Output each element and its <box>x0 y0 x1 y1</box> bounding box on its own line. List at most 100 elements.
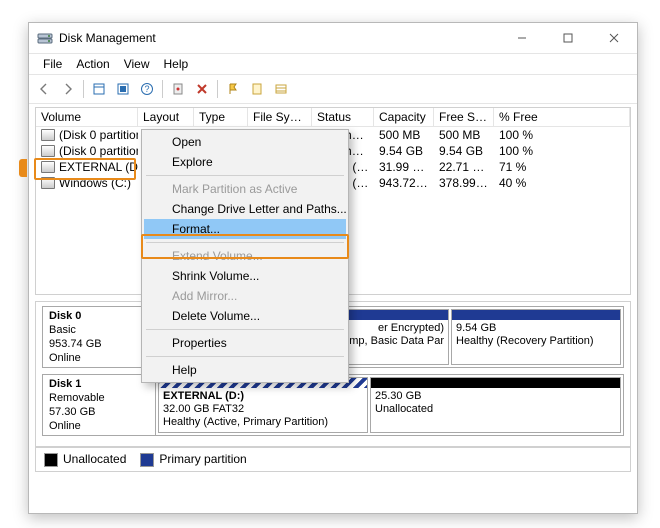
cell-capacity: 31.99 GB <box>374 159 434 175</box>
menu-action[interactable]: Action <box>70 55 115 73</box>
toolbar-back[interactable] <box>33 78 55 100</box>
note-icon <box>250 82 264 96</box>
cell-pct: 100 % <box>494 143 630 159</box>
properties-icon <box>116 82 130 96</box>
legend-unallocated: Unallocated <box>44 452 126 467</box>
delete-icon <box>195 82 209 96</box>
app-icon <box>37 30 53 46</box>
toolbar-refresh[interactable] <box>88 78 110 100</box>
ctx-mark-active: Mark Partition as Active <box>144 179 346 199</box>
cell-free: 378.99 GB <box>434 175 494 191</box>
disk0-info[interactable]: Disk 0 Basic 953.74 GB Online <box>42 306 156 368</box>
ctx-format[interactable]: Format... <box>144 219 346 239</box>
volume-list-header: Volume Layout Type File System Status Ca… <box>36 108 630 127</box>
legend-swatch-blue <box>140 453 154 467</box>
maximize-button[interactable] <box>545 23 591 53</box>
col-pctfree[interactable]: % Free <box>494 108 630 126</box>
ctx-open[interactable]: Open <box>144 132 346 152</box>
titlebar: Disk Management <box>29 23 637 54</box>
toolbar-action3[interactable] <box>270 78 292 100</box>
ctx-explore[interactable]: Explore <box>144 152 346 172</box>
cell-pct: 40 % <box>494 175 630 191</box>
disk1-title: Disk 1 <box>49 377 149 391</box>
disk1-info[interactable]: Disk 1 Removable 57.30 GB Online <box>42 374 156 436</box>
legend-primary: Primary partition <box>140 452 246 467</box>
maximize-icon <box>563 33 573 43</box>
disk1-type: Removable <box>49 391 149 405</box>
context-menu: Open Explore Mark Partition as Active Ch… <box>141 129 349 383</box>
disk1-vol-unalloc-label: Unallocated <box>375 403 616 416</box>
disk0-vol-right-status: Healthy (Recovery Partition) <box>456 335 616 348</box>
volume-icon <box>41 129 55 141</box>
cell-capacity: 9.54 GB <box>374 143 434 159</box>
toolbar-delete[interactable] <box>191 78 213 100</box>
menu-file[interactable]: File <box>37 55 68 73</box>
volume-name: (Disk 0 partition 1) <box>59 128 138 142</box>
ctx-help[interactable]: Help <box>144 360 346 380</box>
disk-management-window: Disk Management File Action View Help ? <box>28 22 638 514</box>
cell-capacity: 500 MB <box>374 127 434 143</box>
cell-capacity: 943.72 GB <box>374 175 434 191</box>
col-layout[interactable]: Layout <box>138 108 194 126</box>
disk1-vol-external[interactable]: EXTERNAL (D:) 32.00 GB FAT32 Healthy (Ac… <box>158 377 368 433</box>
cell-free: 9.54 GB <box>434 143 494 159</box>
ctx-separator <box>146 329 344 330</box>
disk1-size: 57.30 GB <box>49 405 149 419</box>
disk1-vol-external-line2: 32.00 GB FAT32 <box>163 403 363 416</box>
disk0-vol-right[interactable]: 9.54 GB Healthy (Recovery Partition) <box>451 309 621 365</box>
refresh-icon <box>92 82 106 96</box>
toolbar-action2[interactable] <box>246 78 268 100</box>
legend-unalloc-label: Unallocated <box>63 452 126 466</box>
toolbar-separator <box>217 80 218 98</box>
cell-pct: 71 % <box>494 159 630 175</box>
minimize-button[interactable] <box>499 23 545 53</box>
menu-help[interactable]: Help <box>158 55 195 73</box>
toolbar-forward[interactable] <box>57 78 79 100</box>
flag-icon <box>226 82 240 96</box>
toolbar: ? <box>29 74 637 104</box>
col-status[interactable]: Status <box>312 108 374 126</box>
toolbar-action1[interactable] <box>222 78 244 100</box>
help-icon: ? <box>140 82 154 96</box>
menu-view[interactable]: View <box>118 55 156 73</box>
toolbar-help[interactable]: ? <box>136 78 158 100</box>
toolbar-settings[interactable] <box>167 78 189 100</box>
disk1-vol-unallocated[interactable]: 25.30 GB Unallocated <box>370 377 621 433</box>
col-freespace[interactable]: Free Spa... <box>434 108 494 126</box>
col-capacity[interactable]: Capacity <box>374 108 434 126</box>
ctx-change-letter[interactable]: Change Drive Letter and Paths... <box>144 199 346 219</box>
ctx-separator <box>146 242 344 243</box>
ctx-shrink[interactable]: Shrink Volume... <box>144 266 346 286</box>
volume-icon <box>41 177 55 189</box>
annotation-highlight-tab <box>19 159 27 177</box>
volume-name: (Disk 0 partition 4) <box>59 144 138 158</box>
col-type[interactable]: Type <box>194 108 248 126</box>
col-filesystem[interactable]: File System <box>248 108 312 126</box>
list-icon <box>274 82 288 96</box>
ctx-separator <box>146 175 344 176</box>
disk0-vol-right-size: 9.54 GB <box>456 322 616 335</box>
arrow-left-icon <box>37 82 51 96</box>
disk1-vol-external-line3: Healthy (Active, Primary Partition) <box>163 416 363 429</box>
minimize-icon <box>517 33 527 43</box>
close-button[interactable] <box>591 23 637 53</box>
ctx-extend: Extend Volume... <box>144 246 346 266</box>
cell-pct: 100 % <box>494 127 630 143</box>
cell-free: 22.71 GB <box>434 159 494 175</box>
settings-icon <box>171 82 185 96</box>
volume-icon <box>41 145 55 157</box>
disk0-state: Online <box>49 351 149 365</box>
ctx-delete[interactable]: Delete Volume... <box>144 306 346 326</box>
disk0-type: Basic <box>49 323 149 337</box>
disk1-vol-external-title: EXTERNAL (D:) <box>163 390 363 403</box>
volume-icon <box>41 161 55 173</box>
disk1-state: Online <box>49 419 149 433</box>
disk0-size: 953.74 GB <box>49 337 149 351</box>
legend-primary-label: Primary partition <box>159 452 246 466</box>
col-volume[interactable]: Volume <box>36 108 138 126</box>
toolbar-properties[interactable] <box>112 78 134 100</box>
window-title: Disk Management <box>59 31 499 45</box>
volume-name: EXTERNAL (D:) <box>59 160 138 174</box>
ctx-properties[interactable]: Properties <box>144 333 346 353</box>
legend-swatch-black <box>44 453 58 467</box>
